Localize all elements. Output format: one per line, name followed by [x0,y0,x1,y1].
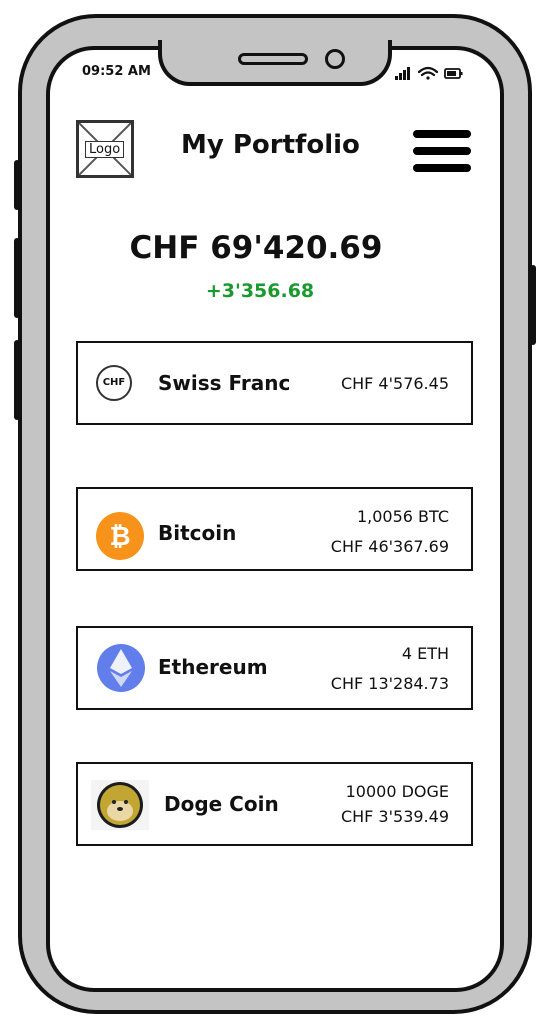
status-time: 09:52 AM [82,64,151,79]
wifi-icon [417,66,439,80]
asset-amount: 1,0056 BTC [356,507,449,526]
asset-value: CHF 46'367.69 [330,537,449,556]
status-icons [395,66,463,80]
asset-value: CHF 13'284.73 [330,674,449,693]
phone-side-button [530,265,536,345]
asset-value: CHF 3'539.49 [340,807,449,826]
phone-side-button [14,340,20,420]
asset-value: CHF 4'576.45 [340,374,449,393]
signal-icon [395,67,410,80]
phone-side-button [14,160,20,210]
asset-card-ethereum[interactable]: Ethereum 4 ETH CHF 13'284.73 [76,626,473,710]
asset-card-chf[interactable]: CHF Swiss Franc CHF 4'576.45 [76,341,473,425]
camera-icon [325,49,345,69]
dogecoin-icon [91,780,149,830]
bitcoin-icon: ₿ [96,512,144,560]
speaker-icon [238,53,308,65]
asset-amount: 4 ETH [401,644,449,663]
portfolio-total: CHF 69'420.69 [129,230,383,266]
asset-name: Ethereum [158,655,268,679]
logo: Logo [76,120,134,178]
battery-icon [444,68,463,79]
asset-card-bitcoin[interactable]: ₿ Bitcoin 1,0056 BTC CHF 46'367.69 [76,487,473,571]
hamburger-menu-icon[interactable] [413,128,471,174]
svg-text:₿: ₿ [109,522,130,552]
asset-card-dogecoin[interactable]: Doge Coin 10000 DOGE CHF 3'539.49 [76,762,473,846]
ethereum-icon [97,644,145,692]
asset-name: Bitcoin [158,521,237,545]
logo-label: Logo [85,141,125,158]
page-title: My Portfolio [181,130,360,160]
asset-name: Swiss Franc [158,371,291,395]
asset-amount: 10000 DOGE [345,782,449,801]
asset-name: Doge Coin [164,792,279,816]
portfolio-change: +3'356.68 [205,280,315,302]
chf-coin-icon: CHF [96,365,132,401]
